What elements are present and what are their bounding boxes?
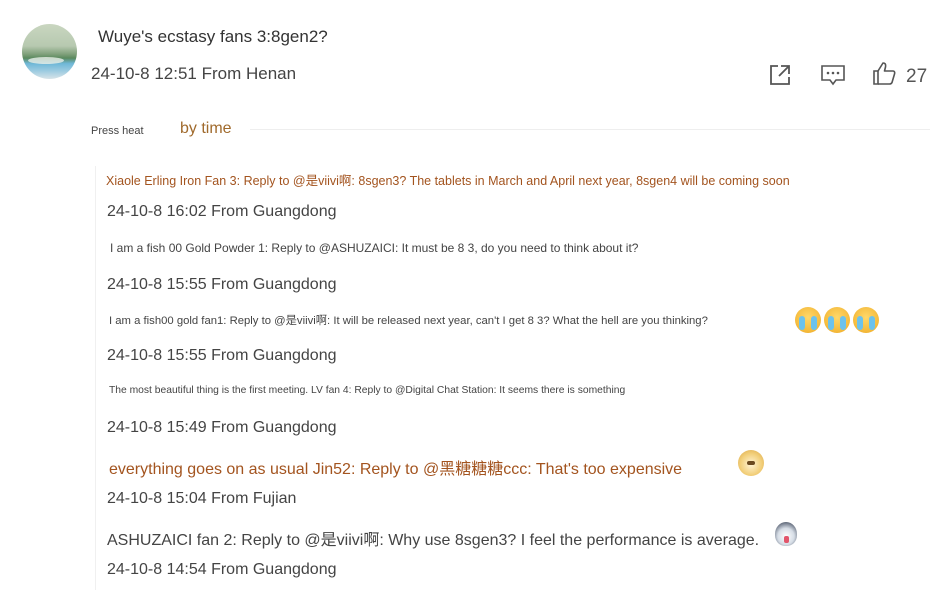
crying-emoji — [795, 307, 821, 333]
comment-icon — [821, 65, 845, 86]
like-icon — [873, 62, 896, 85]
reply-meta: 24-10-8 15:55 From Guangdong — [107, 276, 337, 293]
reply-meta: 24-10-8 15:04 From Fujian — [107, 490, 297, 507]
reply-meta: 24-10-8 15:55 From Guangdong — [107, 347, 337, 364]
doge-emoji — [738, 450, 764, 476]
divider — [250, 129, 930, 130]
sort-by-heat[interactable]: Press heat — [91, 125, 144, 137]
reply-text[interactable]: ASHUZAICI fan 2: Reply to @是viivi啊: Why … — [107, 526, 759, 550]
reply-meta: 24-10-8 16:02 From Guangdong — [107, 203, 337, 220]
husky-emoji — [775, 522, 797, 546]
reply-text[interactable]: I am a fish00 gold fan1: Reply to @是viiv… — [109, 312, 708, 328]
sort-by-time[interactable]: by time — [180, 120, 232, 138]
crying-emoji — [824, 307, 850, 333]
reply-thread-line — [95, 166, 96, 590]
reply-text[interactable]: Xiaole Erling Iron Fan 3: Reply to @是vii… — [106, 170, 790, 189]
post-text: Wuye's ecstasy fans 3:8gen2? — [98, 27, 328, 46]
reply-text[interactable]: I am a fish 00 Gold Powder 1: Reply to @… — [110, 241, 638, 255]
comment-button[interactable] — [820, 62, 846, 88]
post-meta: 24-10-8 12:51 From Henan — [91, 64, 297, 83]
reply-text[interactable]: everything goes on as usual Jin52: Reply… — [109, 455, 682, 479]
like-button[interactable] — [871, 60, 897, 86]
like-count: 27 — [906, 66, 928, 87]
share-button[interactable] — [767, 62, 793, 88]
avatar[interactable] — [22, 24, 77, 79]
reply-meta: 24-10-8 15:49 From Guangdong — [107, 419, 337, 436]
crying-emoji — [853, 307, 879, 333]
reply-meta: 24-10-8 14:54 From Guangdong — [107, 561, 337, 578]
reply-text[interactable]: The most beautiful thing is the first me… — [109, 385, 625, 396]
share-icon — [770, 65, 790, 85]
